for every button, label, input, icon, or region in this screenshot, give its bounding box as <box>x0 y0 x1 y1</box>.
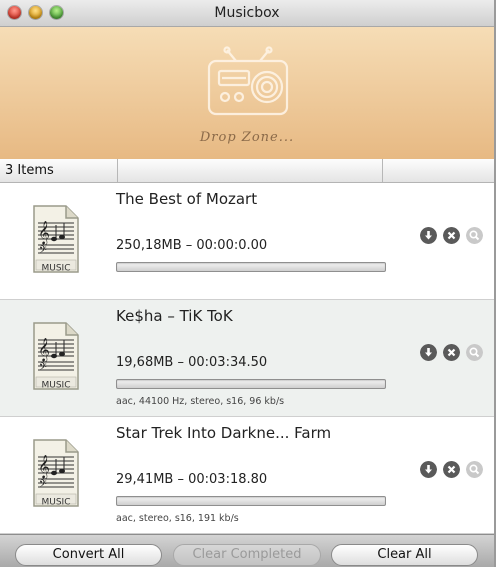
svg-text:𝄢: 𝄢 <box>39 361 47 375</box>
svg-text:MUSIC: MUSIC <box>41 264 70 273</box>
file-info: 19,68MB – 00:03:34.50 <box>116 355 268 370</box>
clear-all-button[interactable]: Clear All <box>331 544 478 566</box>
file-info: 29,41MB – 00:03:18.80 <box>116 472 268 487</box>
svg-text:𝄢: 𝄢 <box>39 244 47 258</box>
radio-icon <box>207 46 289 116</box>
svg-text:𝄢: 𝄢 <box>39 478 47 492</box>
download-icon[interactable] <box>420 461 437 478</box>
list-header: 3 Items <box>0 159 494 183</box>
header-divider <box>117 159 118 182</box>
download-icon[interactable] <box>420 227 437 244</box>
search-icon[interactable] <box>466 461 483 478</box>
convert-all-button[interactable]: Convert All <box>15 544 162 566</box>
file-name: Ke$ha – TiK ToK <box>116 307 233 325</box>
svg-text:𝄞: 𝄞 <box>38 220 50 245</box>
close-icon[interactable] <box>443 344 460 361</box>
search-icon[interactable] <box>466 227 483 244</box>
music-file-label: MUSIC <box>41 498 70 507</box>
drop-zone[interactable]: Drop Zone... <box>0 27 494 160</box>
progress-bar <box>116 262 386 272</box>
header-divider <box>382 159 383 182</box>
progress-bar <box>116 379 386 389</box>
download-icon[interactable] <box>420 344 437 361</box>
app-window: Musicbox Drop Zone... 3 Items 𝄞 𝄢 MUSIC … <box>0 0 496 567</box>
search-icon[interactable] <box>466 344 483 361</box>
svg-text:MUSIC: MUSIC <box>41 381 70 390</box>
list-item[interactable]: 𝄞 𝄢 MUSIC The Best of Mozart 250,18MB – … <box>0 183 494 300</box>
file-info: 250,18MB – 00:00:0.00 <box>116 238 268 253</box>
item-count: 3 Items <box>5 163 54 178</box>
file-name: The Best of Mozart <box>116 190 258 208</box>
title-bar[interactable]: Musicbox <box>0 0 494 27</box>
list-item[interactable]: 𝄞 𝄢 MUSIC Ke$ha – TiK ToK 19,68MB – 00:0… <box>0 300 494 417</box>
file-meta: aac, 44100 Hz, stereo, s16, 96 kb/s <box>116 396 285 407</box>
list-item[interactable]: 𝄞 𝄢 MUSIC Star Trek Into Darkne... Farm … <box>0 417 494 534</box>
drop-zone-label: Drop Zone... <box>199 130 295 145</box>
file-name: Star Trek Into Darkne... Farm <box>116 424 332 442</box>
svg-text:MUSIC: MUSIC <box>41 498 70 507</box>
music-file-label: MUSIC <box>41 264 70 273</box>
clear-completed-button[interactable]: Clear Completed <box>173 544 321 566</box>
close-icon[interactable] <box>443 227 460 244</box>
file-meta: aac, stereo, s16, 191 kb/s <box>116 513 239 524</box>
svg-text:𝄞: 𝄞 <box>38 337 50 362</box>
bottom-toolbar: Convert All Clear Completed Clear All <box>0 534 494 567</box>
close-icon[interactable] <box>443 461 460 478</box>
music-file-label: MUSIC <box>41 381 70 390</box>
progress-bar <box>116 496 386 506</box>
svg-text:𝄞: 𝄞 <box>38 454 50 479</box>
window-title: Musicbox <box>214 5 280 21</box>
